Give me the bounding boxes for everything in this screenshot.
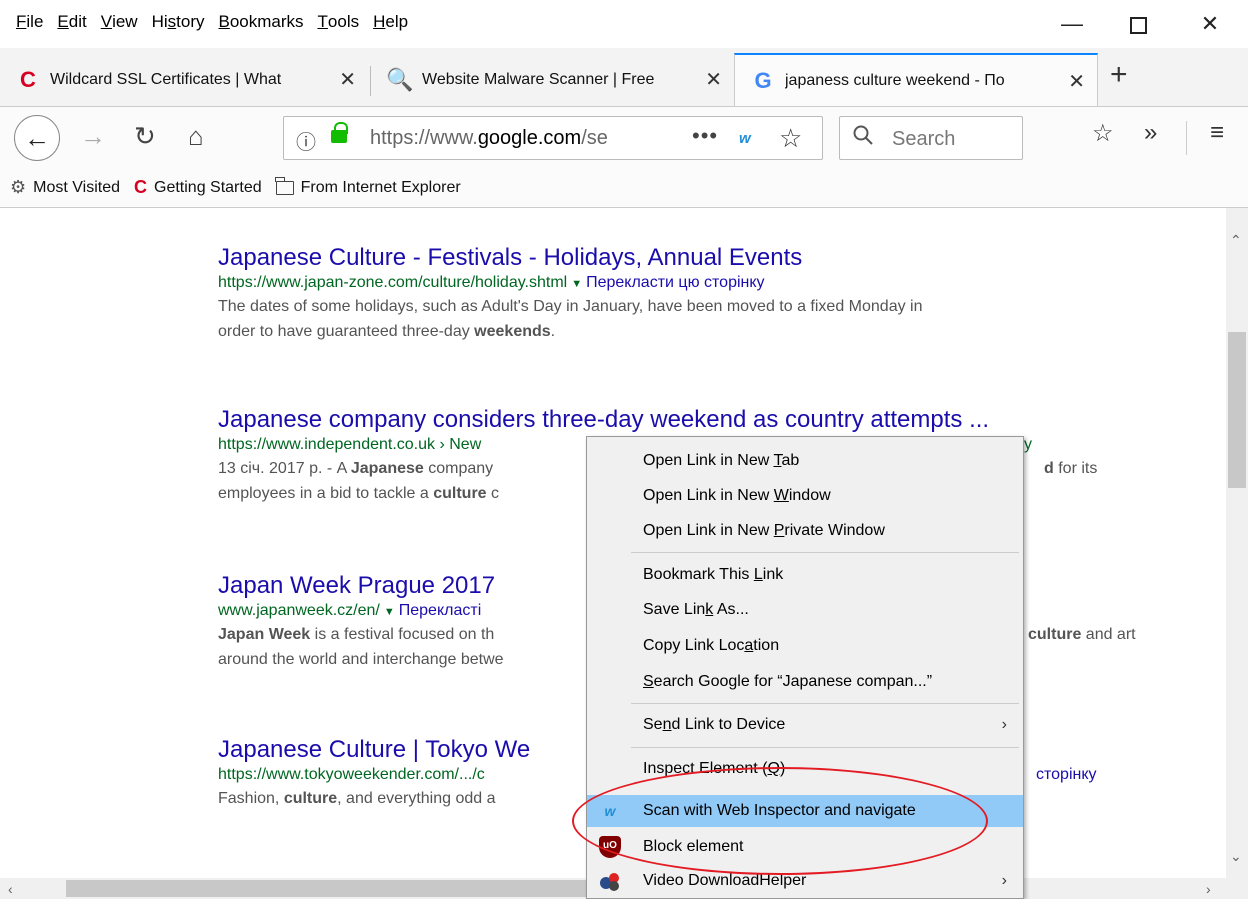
menu-inspect-element[interactable]: Inspect Element (Q) bbox=[587, 753, 1023, 785]
folder-icon bbox=[275, 176, 294, 195]
menu-bookmarks[interactable]: Bookmarks bbox=[218, 12, 303, 32]
menu-bookmark-link[interactable]: Bookmark This Link bbox=[587, 559, 1023, 591]
menu-open-new-window[interactable]: Open Link in New Window bbox=[587, 480, 1023, 512]
page-actions-icon[interactable]: ••• bbox=[692, 123, 718, 149]
comodo-favicon-icon: C bbox=[20, 66, 36, 92]
back-button[interactable]: ← bbox=[14, 115, 60, 161]
gear-icon: ⚙ bbox=[10, 177, 27, 197]
result-title-link[interactable]: Japanese Culture - Festivals - Holidays,… bbox=[218, 244, 1178, 272]
tab-malware-scanner[interactable]: 🔍 Website Malware Scanner | Free ✕ bbox=[372, 53, 734, 106]
scroll-left-icon[interactable]: ‹ bbox=[8, 881, 13, 897]
overflow-chevron-icon[interactable]: » bbox=[1144, 119, 1157, 147]
menu-bar: File Edit View History Bookmarks Tools H… bbox=[0, 0, 1248, 48]
dropdown-arrow-icon[interactable]: ▼ bbox=[384, 606, 395, 618]
scroll-down-icon[interactable]: ⌄ bbox=[1230, 848, 1242, 865]
ublock-shield-icon: uO bbox=[599, 836, 621, 858]
menu-send-link-to-device[interactable]: Send Link to Device › bbox=[587, 709, 1023, 741]
menu-scan-web-inspector[interactable]: w Scan with Web Inspector and navigate bbox=[587, 795, 1023, 827]
tab-separator bbox=[370, 66, 371, 96]
bookmark-label: Most Visited bbox=[33, 178, 120, 196]
submenu-arrow-icon: › bbox=[1001, 716, 1007, 733]
site-info-icon[interactable]: ⓘ bbox=[296, 126, 316, 155]
malware-scanner-favicon-icon: 🔍 bbox=[386, 66, 414, 92]
link-context-menu: Open Link in New Tab Open Link in New Wi… bbox=[586, 436, 1024, 899]
translate-link[interactable]: сторінку bbox=[1036, 766, 1097, 784]
google-favicon-icon: G bbox=[754, 67, 772, 93]
vertical-scrollbar[interactable]: ⌃ ⌄ bbox=[1226, 208, 1248, 878]
scroll-up-icon[interactable]: ⌃ bbox=[1230, 232, 1242, 249]
toolbar-separator bbox=[1186, 121, 1187, 155]
tab-wildcard-ssl[interactable]: C Wildcard SSL Certificates | What ✕ bbox=[0, 53, 368, 106]
tab-title: japaness culture weekend - По bbox=[785, 71, 1005, 89]
web-inspector-icon: w bbox=[604, 803, 616, 819]
navigation-toolbar: ← → ↻ ⌂ ⓘ https://www.google.com/se ••• … bbox=[0, 106, 1248, 168]
tab-close-icon[interactable]: ✕ bbox=[339, 67, 356, 92]
translate-link[interactable]: Перекласти цю сторінку bbox=[586, 274, 764, 291]
vertical-scroll-thumb[interactable] bbox=[1228, 332, 1246, 488]
comodo-icon: C bbox=[134, 177, 147, 197]
menu-open-private-window[interactable]: Open Link in New Private Window bbox=[587, 515, 1023, 547]
menu-tools[interactable]: Tools bbox=[318, 12, 360, 32]
bookmarks-toolbar: ⚙ Most Visited C Getting Started From In… bbox=[0, 168, 1248, 208]
tab-title: Website Malware Scanner | Free bbox=[422, 70, 655, 88]
scroll-right-icon[interactable]: › bbox=[1206, 881, 1211, 897]
bookmark-star-icon[interactable]: ☆ bbox=[779, 123, 802, 154]
menu-file[interactable]: File bbox=[16, 12, 43, 32]
result-title-link[interactable]: Japanese company considers three-day wee… bbox=[218, 406, 1178, 434]
menu-separator bbox=[631, 552, 1019, 553]
dropdown-arrow-icon[interactable]: ▼ bbox=[571, 278, 582, 290]
menu-help[interactable]: Help bbox=[373, 12, 408, 32]
bookmark-label: Getting Started bbox=[154, 178, 262, 196]
menu-separator bbox=[631, 747, 1019, 748]
minimize-button[interactable]: — bbox=[1042, 6, 1102, 42]
result-snippet: The dates of some holidays, such as Adul… bbox=[218, 298, 923, 340]
search-result: Japanese Culture - Festivals - Holidays,… bbox=[218, 244, 1178, 344]
forward-button[interactable]: → bbox=[80, 121, 106, 152]
close-window-button[interactable]: ✕ bbox=[1180, 6, 1240, 42]
menu-separator bbox=[631, 703, 1019, 704]
bookmark-most-visited[interactable]: ⚙ Most Visited bbox=[10, 177, 120, 198]
home-button[interactable]: ⌂ bbox=[188, 121, 204, 152]
three-balls-icon bbox=[600, 873, 619, 891]
tab-strip: C Wildcard SSL Certificates | What ✕ 🔍 W… bbox=[0, 48, 1248, 106]
translate-link[interactable]: Перекласті bbox=[399, 602, 482, 619]
submenu-arrow-icon: › bbox=[1001, 872, 1007, 889]
menu-view[interactable]: View bbox=[101, 12, 138, 32]
lock-icon bbox=[331, 122, 348, 143]
menu-open-new-tab[interactable]: Open Link in New Tab bbox=[587, 445, 1023, 477]
tab-google-search[interactable]: G japaness culture weekend - По ✕ bbox=[734, 53, 1098, 106]
magnifier-icon bbox=[853, 125, 873, 145]
url-text[interactable]: https://www.google.com/se bbox=[370, 127, 670, 150]
search-bar[interactable]: Search bbox=[839, 116, 1023, 160]
maximize-icon bbox=[1129, 16, 1147, 34]
tab-title: Wildcard SSL Certificates | What bbox=[50, 70, 282, 88]
horizontal-scroll-thumb[interactable] bbox=[66, 880, 586, 897]
bookmark-getting-started[interactable]: C Getting Started bbox=[134, 177, 262, 198]
menu-copy-link-location[interactable]: Copy Link Location bbox=[587, 630, 1023, 662]
bookmark-from-internet-explorer[interactable]: From Internet Explorer bbox=[275, 176, 461, 197]
menu-search-google[interactable]: Search Google for “Japanese compan...” bbox=[587, 666, 1023, 698]
tab-close-icon[interactable]: ✕ bbox=[1068, 69, 1085, 94]
tab-close-icon[interactable]: ✕ bbox=[705, 67, 722, 92]
reload-button[interactable]: ↻ bbox=[134, 121, 156, 152]
new-tab-button[interactable]: + bbox=[1110, 58, 1128, 92]
result-url: https://www.japan-zone.com/culture/holid… bbox=[218, 274, 765, 291]
menu-items: File Edit View History Bookmarks Tools H… bbox=[16, 12, 408, 32]
menu-block-element[interactable]: uO Block element bbox=[587, 831, 1023, 863]
library-icon[interactable]: ☆ bbox=[1092, 119, 1114, 148]
web-inspector-extension-icon[interactable]: w bbox=[739, 130, 751, 147]
video-downloadhelper-icon bbox=[599, 870, 621, 892]
maximize-button[interactable] bbox=[1108, 6, 1168, 42]
menu-history[interactable]: History bbox=[152, 12, 205, 32]
hamburger-menu-icon[interactable]: ≡ bbox=[1210, 119, 1224, 147]
menu-save-link-as[interactable]: Save Link As... bbox=[587, 594, 1023, 626]
search-placeholder: Search bbox=[892, 128, 956, 150]
menu-video-downloadhelper[interactable]: Video DownloadHelper › bbox=[587, 865, 1023, 897]
url-bar[interactable]: ⓘ https://www.google.com/se ••• w ☆ bbox=[283, 116, 823, 160]
menu-edit[interactable]: Edit bbox=[57, 12, 86, 32]
bookmark-label: From Internet Explorer bbox=[300, 178, 461, 196]
search-icon bbox=[852, 124, 874, 152]
